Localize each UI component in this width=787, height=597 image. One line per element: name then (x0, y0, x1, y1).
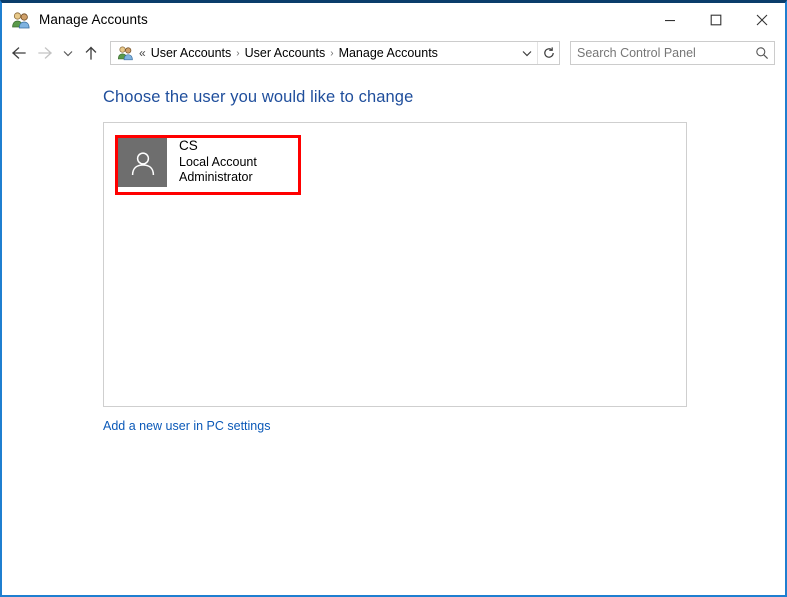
up-button[interactable] (78, 40, 104, 66)
title-bar: Manage Accounts (2, 3, 785, 36)
breadcrumb: « User Accounts › User Accounts › Manage… (139, 45, 517, 61)
manage-accounts-window: Manage Accounts « User Accounts › User A… (0, 0, 787, 597)
breadcrumb-overflow[interactable]: « (139, 46, 147, 60)
search-icon[interactable] (750, 42, 774, 64)
account-type: Local Account (179, 154, 257, 169)
maximize-icon (710, 14, 722, 25)
add-new-user-link[interactable]: Add a new user in PC settings (103, 419, 270, 433)
content-area: Choose the user you would like to change… (2, 70, 785, 435)
minimize-icon (665, 19, 675, 21)
window-controls (647, 3, 785, 36)
refresh-button[interactable] (537, 42, 559, 64)
account-role: Administrator (179, 169, 253, 184)
breadcrumb-separator-icon[interactable]: › (329, 48, 334, 59)
account-tile-cs[interactable]: CS Local Account Administrator (118, 138, 298, 192)
breadcrumb-item-manage-accounts[interactable]: Manage Accounts (335, 45, 442, 61)
account-name: CS (179, 138, 198, 153)
back-button[interactable] (6, 40, 32, 66)
forward-button[interactable] (32, 40, 58, 66)
breadcrumb-separator-icon[interactable]: › (235, 48, 240, 59)
accounts-list-panel: CS Local Account Administrator (103, 122, 687, 407)
page-title: Choose the user you would like to change (103, 88, 414, 106)
close-icon (756, 14, 768, 25)
navigation-toolbar: « User Accounts › User Accounts › Manage… (2, 36, 785, 70)
person-silhouette-icon (131, 151, 154, 175)
address-dropdown-button[interactable] (517, 42, 537, 64)
forward-arrow-icon (38, 47, 52, 59)
window-title: Manage Accounts (39, 12, 148, 27)
recent-locations-button[interactable] (58, 40, 78, 66)
address-user-accounts-icon (117, 45, 134, 61)
address-bar[interactable]: « User Accounts › User Accounts › Manage… (110, 41, 560, 65)
refresh-icon (543, 47, 554, 58)
search-input[interactable] (571, 43, 750, 63)
user-accounts-icon (11, 11, 31, 29)
avatar (118, 138, 167, 187)
back-arrow-icon (12, 47, 26, 59)
minimize-button[interactable] (647, 3, 693, 36)
search-box[interactable] (570, 41, 775, 65)
maximize-button[interactable] (693, 3, 739, 36)
up-arrow-icon (85, 46, 97, 60)
breadcrumb-item-user-accounts-2[interactable]: User Accounts (241, 45, 330, 61)
account-details: CS Local Account Administrator (167, 138, 257, 183)
close-button[interactable] (739, 3, 785, 36)
chevron-down-icon (63, 51, 73, 57)
breadcrumb-item-user-accounts-1[interactable]: User Accounts (147, 45, 236, 61)
chevron-down-icon (522, 51, 532, 57)
